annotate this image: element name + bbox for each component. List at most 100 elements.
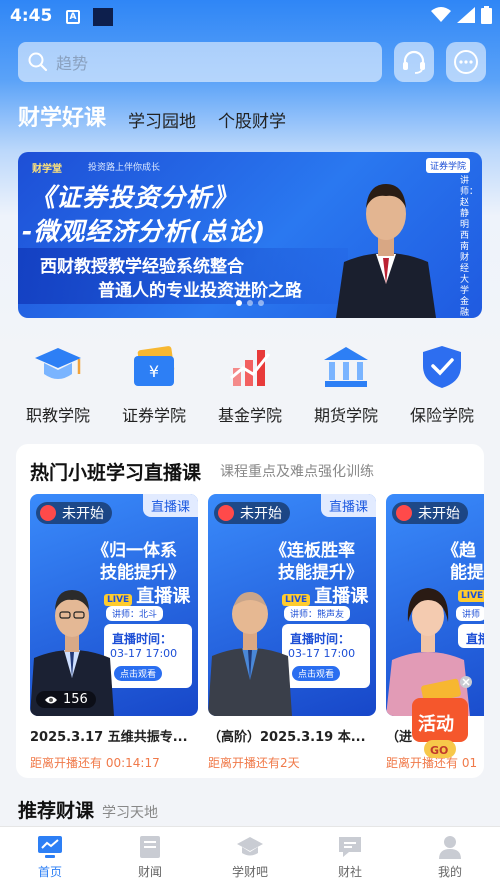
banner-title-1: 《证券投资分析》 bbox=[30, 183, 239, 212]
course-type-badge: 直播课 bbox=[320, 494, 376, 517]
notification-square-icon bbox=[93, 8, 113, 26]
status-text: 未开始 bbox=[240, 506, 282, 522]
recommend-title: 推荐财课 bbox=[18, 800, 95, 822]
live-status-icon bbox=[40, 505, 56, 521]
course-poster: 未开始 直播课 《连板胜率 技能提升》 LIVE 直播课 讲师：熊声友 直播时间：… bbox=[208, 494, 376, 716]
home-chart-icon bbox=[38, 836, 62, 858]
yen-card-icon: ¥ bbox=[134, 346, 175, 386]
category-label: 保险学院 bbox=[409, 406, 474, 425]
activity-label: 活动 bbox=[418, 714, 454, 735]
nav-label: 学财吧 bbox=[231, 865, 268, 879]
recommend-subtitle[interactable]: 学习天地 bbox=[102, 802, 158, 822]
course-countdown: 距离开播还有2天 bbox=[208, 756, 300, 770]
category-futures[interactable]: 期货学院 bbox=[301, 344, 391, 426]
lecturer-photo bbox=[336, 184, 436, 318]
wifi-icon bbox=[431, 7, 451, 22]
status-icons bbox=[431, 6, 492, 24]
shield-check-icon bbox=[423, 346, 461, 388]
category-vocational[interactable]: 职教学院 bbox=[13, 344, 103, 426]
poster-time: 03-17 17:00 bbox=[288, 647, 356, 660]
course-title: （高阶）2025.3.19 本... bbox=[208, 730, 366, 745]
nav-news[interactable]: 财闻 bbox=[100, 827, 200, 888]
course-type-badge: 直播课 bbox=[142, 494, 198, 517]
activity-go: GO bbox=[430, 744, 449, 757]
search-bar[interactable]: 趋势 bbox=[18, 42, 382, 82]
category-securities[interactable]: ¥ 证券学院 bbox=[109, 344, 199, 426]
nav-label: 我的 bbox=[437, 865, 462, 879]
poster-time-box: 直播时间： 03-17 17:00 点击观看 bbox=[104, 624, 192, 688]
eye-icon bbox=[45, 696, 57, 703]
banner-slogan: 投资路上伴你成长 bbox=[88, 163, 161, 173]
banner-subtitle-2: 普通人的专业投资进阶之路 bbox=[98, 281, 302, 301]
battery-icon bbox=[481, 6, 492, 24]
search-icon bbox=[28, 52, 48, 72]
status-badge: 未开始 bbox=[392, 502, 468, 524]
search-placeholder: 趋势 bbox=[56, 54, 89, 73]
poster-speaker: 讲师：熊声友 bbox=[284, 606, 351, 621]
banner-dot bbox=[247, 300, 253, 306]
live-course-card[interactable]: 未开始 直播课 《归一体系 技能提升》 LIVE 直播课 讲师：北斗 直播时间： … bbox=[30, 494, 198, 771]
banner-brand: 财学堂 bbox=[32, 164, 62, 175]
chat-bubble-icon bbox=[454, 50, 478, 74]
live-status-icon bbox=[218, 505, 234, 521]
recommend-header: 推荐财课 学习天地 bbox=[18, 796, 158, 823]
banner-lecturer: 讲师：赵静明 西南财经大学金融学院教授 bbox=[460, 176, 479, 318]
banner-dot-active bbox=[236, 300, 242, 306]
tab-xuexi-yuandi[interactable]: 学习园地 bbox=[128, 107, 196, 132]
banner-title-2: -微观经济分析(总论) bbox=[22, 217, 267, 246]
nav-label: 首页 bbox=[37, 865, 62, 879]
poster-time-label: 直播时间： bbox=[112, 632, 173, 646]
promo-banner[interactable]: 财学堂 投资路上伴你成长 证券学院 《证券投资分析》 -微观经济分析(总论) 西… bbox=[18, 152, 482, 318]
category-fund[interactable]: 基金学院 bbox=[205, 344, 295, 426]
nav-profile[interactable]: 我的 bbox=[400, 827, 500, 888]
nav-home[interactable]: 首页 bbox=[0, 827, 100, 888]
course-countdown: 距离开播还有 00:14:17 bbox=[30, 756, 160, 770]
top-tabs: 财学好课 学习园地 个股财学 bbox=[18, 100, 286, 134]
category-label: 证券学院 bbox=[121, 406, 186, 425]
view-count-value: 156 bbox=[63, 692, 88, 707]
activity-floating-button[interactable]: 活动 GO bbox=[408, 676, 472, 762]
banner-subtitle-1: 西财教授教学经验系统整合 bbox=[40, 257, 244, 277]
section-subtitle: 课程重点及难点强化训练 bbox=[220, 464, 374, 480]
signal-icon bbox=[457, 7, 475, 23]
status-badge: 未开始 bbox=[36, 502, 112, 524]
chat-icon bbox=[339, 837, 361, 857]
category-insurance[interactable]: 保险学院 bbox=[397, 344, 487, 426]
category-label: 职教学院 bbox=[25, 406, 90, 425]
poster-speaker: 讲师：北斗 bbox=[106, 606, 164, 621]
news-icon bbox=[140, 836, 160, 858]
poster-live-label: LIVE 直播课 bbox=[282, 582, 368, 608]
status-time: 4:45 bbox=[10, 6, 53, 26]
poster-time-box: 直播时间： 03-17 17:00 点击观看 bbox=[282, 624, 370, 688]
poster-cta: 点击观看 bbox=[292, 666, 341, 681]
live-status-icon bbox=[396, 505, 412, 521]
view-count: 156 bbox=[36, 691, 96, 708]
status-badge: 未开始 bbox=[214, 502, 290, 524]
live-course-card[interactable]: 未开始 直播课 《连板胜率 技能提升》 LIVE 直播课 讲师：熊声友 直播时间：… bbox=[208, 494, 376, 771]
banner-pagination bbox=[236, 300, 264, 306]
messages-button[interactable] bbox=[446, 42, 486, 82]
tab-gegu-caixue[interactable]: 个股财学 bbox=[218, 107, 286, 132]
graduation-icon bbox=[237, 837, 263, 856]
nav-label: 财社 bbox=[337, 865, 362, 879]
poster-live-text: 直播课 bbox=[136, 586, 191, 607]
bottom-navigation: 首页 财闻 学财吧 财社 我的 bbox=[0, 826, 500, 888]
headset-icon bbox=[403, 50, 425, 74]
chart-up-icon bbox=[230, 350, 271, 386]
nav-community[interactable]: 财社 bbox=[300, 827, 400, 888]
banner-dot bbox=[258, 300, 264, 306]
nav-label: 财闻 bbox=[137, 865, 162, 879]
poster-time-label: 直播时间： bbox=[290, 632, 351, 646]
poster-live-text: 直播课 bbox=[314, 586, 369, 607]
poster-time: 03-17 17:00 bbox=[110, 647, 178, 660]
category-label: 期货学院 bbox=[313, 406, 378, 425]
tab-caixue-haoke[interactable]: 财学好课 bbox=[18, 100, 107, 134]
bank-building-icon bbox=[324, 347, 368, 387]
category-label: 基金学院 bbox=[217, 406, 282, 425]
graduation-cap-icon bbox=[35, 348, 81, 379]
status-text: 未开始 bbox=[418, 506, 460, 522]
section-title: 热门小班学习直播课 bbox=[30, 462, 202, 484]
nav-study-bar[interactable]: 学财吧 bbox=[200, 827, 300, 888]
category-grid: 职教学院 ¥ 证券学院 基金学院 期货学院 保险学院 bbox=[0, 344, 500, 426]
customer-service-button[interactable] bbox=[394, 42, 434, 82]
